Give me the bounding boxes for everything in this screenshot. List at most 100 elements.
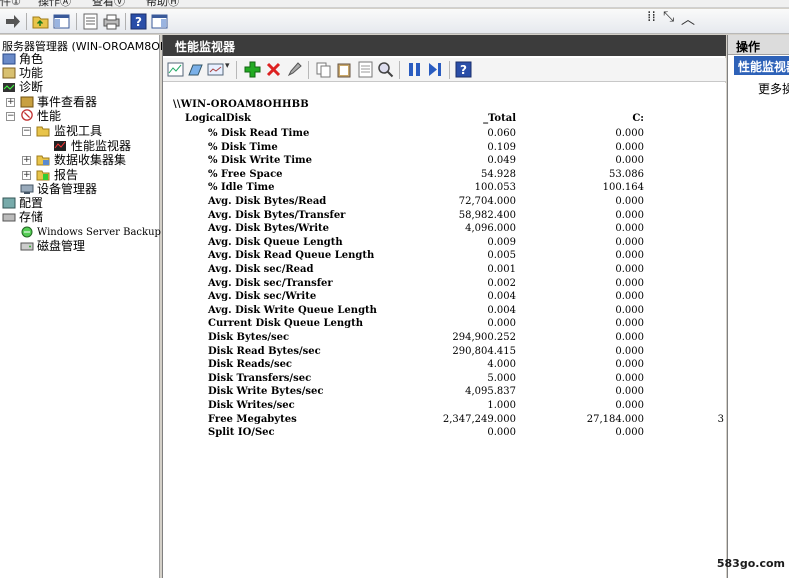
counter-row[interactable]: Disk Writes/sec 1.000 0.000 <box>163 399 726 412</box>
counter-name: Disk Reads/sec <box>208 359 293 371</box>
counter-row[interactable]: Avg. Disk Bytes/Read 72,704.000 0.000 <box>163 195 726 208</box>
counter-value-c: 0.000 <box>615 427 644 439</box>
counter-row[interactable]: Avg. Disk Bytes/Write 4,096.000 0.000 <box>163 222 726 235</box>
change-graph-type-icon[interactable] <box>207 61 224 78</box>
zoom-icon[interactable] <box>377 61 394 78</box>
toolbar-separator <box>236 61 237 79</box>
counter-value-total: 5.000 <box>487 372 516 384</box>
counter-row[interactable]: Disk Write Bytes/sec 4,095.837 0.000 <box>163 385 726 398</box>
disk-icon <box>20 242 34 251</box>
counter-value-c: 0.000 <box>615 304 644 316</box>
actions-section-header[interactable]: 性能监视器 <box>734 56 789 75</box>
report-icon <box>36 170 50 181</box>
counter-row[interactable]: Avg. Disk Bytes/Transfer 58,982.400 0.000 <box>163 209 726 222</box>
expand-icon[interactable]: + <box>6 98 15 107</box>
menu-view[interactable]: 查看Ⓥ <box>92 0 125 7</box>
counter-row[interactable]: Avg. Disk sec/Transfer 0.002 0.000 <box>163 277 726 290</box>
help-icon[interactable]: ? <box>455 61 472 78</box>
counter-value-c: 0.000 <box>615 372 644 384</box>
menu-action[interactable]: 操作Ⓐ <box>38 0 71 7</box>
add-counter-icon[interactable] <box>244 61 261 78</box>
menu-bar: 件① 操作Ⓐ 查看Ⓥ 帮助Ⓗ <box>0 0 789 8</box>
computer-name: \\WIN-OROAM8OHHBB <box>173 99 309 110</box>
collapse-icon[interactable]: − <box>22 127 31 136</box>
restore-icon[interactable]: ⤡ <box>663 9 674 25</box>
counter-row[interactable]: % Disk Read Time 0.060 0.000 <box>163 127 726 140</box>
counter-value-total: 0.060 <box>487 128 516 139</box>
counter-name: Avg. Disk sec/Read <box>208 264 314 275</box>
counter-value-total: 100.053 <box>474 182 516 194</box>
counter-value-total: 290,804.415 <box>452 345 516 357</box>
counter-value-c: 27,184.000 <box>586 413 644 425</box>
report-view: \\WIN-OROAM8OHHBB LogicalDisk _Total C: … <box>163 83 726 578</box>
counter-row[interactable]: Avg. Disk sec/Write 0.004 0.000 <box>163 290 726 303</box>
counter-row[interactable]: Disk Read Bytes/sec 290,804.415 0.000 <box>163 345 726 358</box>
help-icon[interactable]: ? <box>130 13 147 30</box>
counter-row[interactable]: Disk Bytes/sec 294,900.252 0.000 <box>163 331 726 344</box>
view-histogram-icon[interactable] <box>187 61 204 78</box>
toolbar-separator <box>449 61 450 79</box>
counter-value-total: 0.109 <box>487 141 516 153</box>
delete-counter-icon[interactable] <box>265 61 282 78</box>
counter-row[interactable]: % Disk Time 0.109 0.000 <box>163 141 726 154</box>
more-actions-link[interactable]: 更多操作 <box>758 80 789 97</box>
counter-value-total: 0.001 <box>487 264 516 275</box>
dropdown-arrow-icon[interactable]: ▾ <box>225 61 230 71</box>
counter-value-total: 0.000 <box>487 318 516 330</box>
folder-icon <box>36 126 50 137</box>
menu-file[interactable]: 件① <box>0 0 21 7</box>
collapse-up-icon[interactable]: ︿ <box>681 9 695 29</box>
counter-value-total: 0.000 <box>487 427 516 439</box>
forward-arrow-icon[interactable] <box>4 13 21 30</box>
counter-value-next: 3 <box>717 413 724 425</box>
show-hide-tree-icon[interactable] <box>53 13 70 30</box>
counter-value-c: 53.086 <box>609 168 644 180</box>
copy-properties-icon[interactable] <box>315 61 332 78</box>
counter-value-total: 4,096.000 <box>465 223 516 235</box>
counter-row[interactable]: % Free Space 54.928 53.086 <box>163 168 726 181</box>
device-manager-icon <box>20 184 34 194</box>
counter-row[interactable]: Split IO/Sec 0.000 0.000 <box>163 426 726 439</box>
instance-header-c: C: <box>632 113 644 124</box>
action-pane-icon[interactable] <box>151 13 168 30</box>
counter-row[interactable]: Avg. Disk Read Queue Length 0.005 0.000 <box>163 249 726 262</box>
paste-counter-list-icon[interactable] <box>336 61 353 78</box>
panel-title: 性能监视器 <box>163 35 726 56</box>
counter-name: Disk Writes/sec <box>208 400 295 411</box>
perfmon-icon <box>54 141 66 151</box>
counter-row[interactable]: Avg. Disk Queue Length 0.009 0.000 <box>163 236 726 249</box>
properties-icon[interactable] <box>357 61 374 78</box>
update-data-icon[interactable] <box>427 61 444 78</box>
window-controls: ⁞⁞ ⤡ ︿ <box>647 9 697 31</box>
up-folder-icon[interactable] <box>32 13 49 30</box>
watermark: 583go.com <box>716 557 785 570</box>
counter-name: Disk Write Bytes/sec <box>208 386 324 398</box>
counter-row[interactable]: Free Megabytes 2,347,249.000 27,184.000 3 <box>163 413 726 426</box>
collapse-icon[interactable]: − <box>6 112 15 121</box>
counter-row[interactable]: % Disk Write Time 0.049 0.000 <box>163 154 726 167</box>
counter-value-c: 0.000 <box>615 250 644 262</box>
counter-row[interactable]: Disk Reads/sec 4.000 0.000 <box>163 358 726 371</box>
diagnostics-icon <box>3 83 15 92</box>
counter-row[interactable]: Disk Transfers/sec 5.000 0.000 <box>163 372 726 385</box>
main-toolbar: ? ⁞⁞ ⤡ ︿ <box>0 9 789 34</box>
counter-row[interactable]: Current Disk Queue Length 0.000 0.000 <box>163 317 726 330</box>
counter-value-total: 0.005 <box>487 250 516 262</box>
print-icon[interactable] <box>103 13 120 30</box>
highlight-icon[interactable] <box>286 61 303 78</box>
counter-row[interactable]: Avg. Disk Write Queue Length 0.004 0.000 <box>163 304 726 317</box>
counter-row[interactable]: Avg. Disk sec/Read 0.001 0.000 <box>163 263 726 276</box>
freeze-display-icon[interactable] <box>406 61 423 78</box>
menu-help[interactable]: 帮助Ⓗ <box>146 0 179 7</box>
counter-value-c: 0.000 <box>615 277 644 289</box>
counter-name: Avg. Disk Queue Length <box>208 236 343 248</box>
expand-icon[interactable]: + <box>22 156 31 165</box>
view-graph-icon[interactable] <box>167 61 184 78</box>
properties-icon[interactable] <box>82 13 99 30</box>
counter-value-c: 0.000 <box>615 236 644 248</box>
counter-row[interactable]: % Idle Time 100.053 100.164 <box>163 181 726 194</box>
storage-icon <box>2 213 16 222</box>
counter-value-c: 0.000 <box>615 155 644 167</box>
expand-icon[interactable]: + <box>22 171 31 180</box>
counter-value-c: 0.000 <box>615 196 644 207</box>
